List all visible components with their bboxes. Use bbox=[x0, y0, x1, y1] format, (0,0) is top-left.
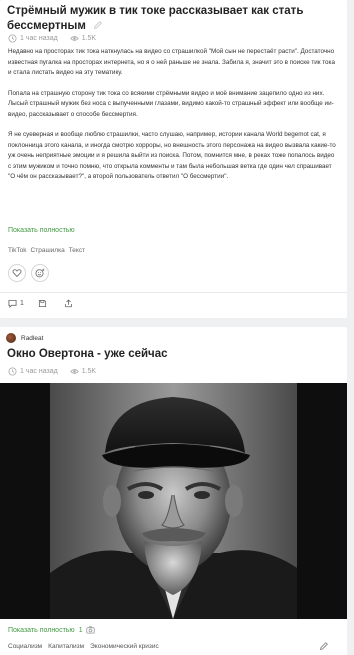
share-button[interactable] bbox=[64, 299, 76, 308]
clock-icon bbox=[8, 367, 17, 376]
react-smile-button[interactable] bbox=[31, 264, 49, 282]
floppy-icon bbox=[38, 299, 46, 308]
eye-icon bbox=[69, 369, 79, 374]
post-time: 1 час назад bbox=[8, 367, 58, 376]
post-paragraph: Я не суеверная и вообще люблю страшилки,… bbox=[8, 131, 336, 180]
post-paragraph: Недавно на просторах тик тока наткнулась… bbox=[8, 48, 335, 76]
post-views: 1.5K bbox=[69, 367, 97, 376]
post-card: Radleat Окно Овертона - уже сейчас 1 час… bbox=[0, 327, 347, 655]
post-views: 1.5K bbox=[69, 34, 97, 43]
eye-icon bbox=[69, 36, 79, 41]
clock-icon bbox=[8, 34, 17, 43]
images-count: 1 bbox=[78, 626, 83, 634]
post-meta: 1 час назад 1.5K bbox=[8, 34, 96, 43]
post-author[interactable]: Radleat bbox=[6, 333, 43, 343]
tag-strashilka[interactable]: Страшилка bbox=[31, 247, 65, 254]
save-button[interactable] bbox=[38, 299, 50, 308]
portrait-photo bbox=[50, 383, 297, 619]
tag-socialism[interactable]: Социализм bbox=[8, 643, 42, 650]
tag-economic-crisis[interactable]: Экономический кризис bbox=[90, 643, 159, 650]
post-views-count: 1.5K bbox=[81, 368, 97, 375]
post-tags: Социализм Капитализм Экономический кризи… bbox=[8, 643, 338, 650]
tag-capitalism[interactable]: Капитализм bbox=[48, 643, 84, 650]
pencil-icon[interactable] bbox=[93, 20, 103, 30]
show-more-link[interactable]: Показать полностью bbox=[8, 627, 75, 634]
post-body: Недавно на просторах тик тока наткнулась… bbox=[8, 47, 338, 217]
post-image[interactable] bbox=[0, 383, 347, 619]
comment-icon bbox=[8, 299, 17, 308]
share-icon bbox=[65, 299, 72, 308]
post-meta: 1 час назад 1.5K bbox=[8, 367, 96, 376]
camera-icon bbox=[85, 626, 95, 634]
post-title[interactable]: Окно Овертона - уже сейчас bbox=[7, 347, 337, 362]
heart-icon bbox=[12, 269, 22, 278]
smile-plus-icon bbox=[35, 268, 45, 278]
post-actions: 1 bbox=[8, 299, 90, 308]
avatar[interactable] bbox=[6, 333, 16, 343]
tag-tiktok[interactable]: TikTok bbox=[8, 247, 27, 254]
comments-count: 1 bbox=[20, 300, 24, 307]
post-title[interactable]: Стрёмный мужик в тик токе рассказывает к… bbox=[7, 4, 337, 34]
post-time-text: 1 час назад bbox=[20, 35, 58, 42]
post-reactions bbox=[8, 264, 54, 282]
post-time-text: 1 час назад bbox=[20, 368, 58, 375]
text-fade bbox=[8, 195, 338, 217]
react-heart-button[interactable] bbox=[8, 264, 26, 282]
pencil-icon[interactable] bbox=[319, 641, 329, 651]
post-paragraph: Попала на страшную сторону тик тока со в… bbox=[8, 89, 334, 118]
post-views-count: 1.5K bbox=[81, 35, 97, 42]
post-tags: TikTok Страшилка Текст bbox=[8, 247, 89, 254]
author-name[interactable]: Radleat bbox=[21, 335, 43, 342]
post-footer-more: Показать полностью 1 bbox=[8, 626, 95, 634]
divider bbox=[0, 292, 347, 293]
show-more-link[interactable]: Показать полностью bbox=[8, 227, 75, 234]
post-title-text[interactable]: Стрёмный мужик в тик токе рассказывает к… bbox=[7, 5, 303, 32]
post-card: Стрёмный мужик в тик токе рассказывает к… bbox=[0, 0, 347, 318]
tag-text[interactable]: Текст bbox=[69, 247, 85, 254]
comments-button[interactable]: 1 bbox=[8, 299, 24, 308]
post-time: 1 час назад bbox=[8, 34, 58, 43]
